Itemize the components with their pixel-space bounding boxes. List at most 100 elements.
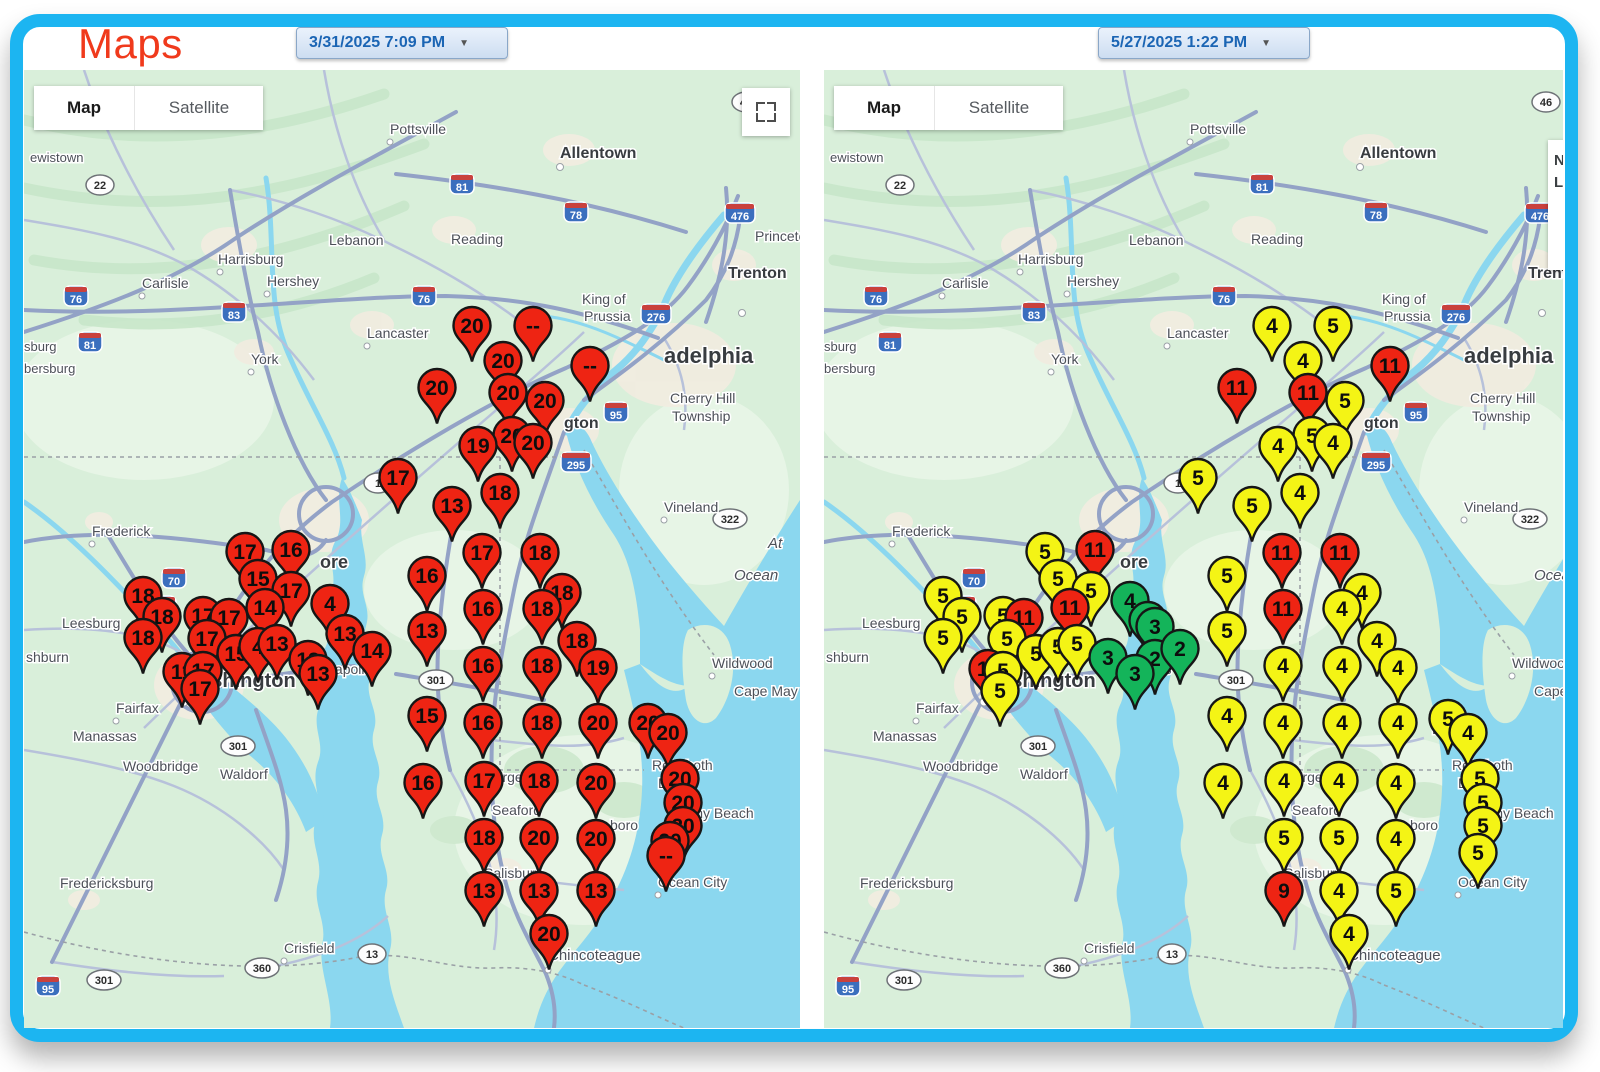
- map-pin[interactable]: 17: [461, 532, 503, 592]
- map-pin[interactable]: 4: [1318, 760, 1360, 820]
- map-place-label: Crisfield: [1084, 940, 1135, 956]
- svg-text:17: 17: [188, 678, 211, 701]
- map-pin[interactable]: 11: [1261, 532, 1303, 592]
- map-pin[interactable]: 20: [575, 762, 617, 822]
- map-place-label: Vineland: [664, 499, 718, 515]
- map-pin[interactable]: 4: [1262, 645, 1304, 705]
- map-pin[interactable]: 16: [406, 555, 448, 615]
- map-pin[interactable]: 13: [297, 653, 339, 713]
- map-place-label: Vineland: [1464, 499, 1518, 515]
- map-pin[interactable]: 17: [179, 668, 221, 728]
- map-pin[interactable]: 13: [406, 610, 448, 670]
- svg-text:19: 19: [466, 435, 489, 458]
- map-pin[interactable]: 5: [1375, 870, 1417, 930]
- svg-text:4: 4: [1266, 315, 1278, 338]
- svg-text:276: 276: [647, 312, 665, 324]
- map-panel-left[interactable]: 2246817847676768381276952957032295130130…: [24, 70, 800, 1028]
- svg-text:20: 20: [527, 827, 550, 850]
- left-date-dropdown[interactable]: 3/31/2025 7:09 PM ▼: [296, 27, 508, 59]
- map-type-map-button[interactable]: Map: [834, 86, 935, 130]
- map-pin[interactable]: 5: [979, 670, 1021, 730]
- map-pin[interactable]: 4: [1279, 472, 1321, 532]
- map-pin[interactable]: 4: [1375, 762, 1417, 822]
- map-pin[interactable]: 5: [1318, 817, 1360, 877]
- us-route-shield: 301: [886, 969, 922, 991]
- map-pin[interactable]: 16: [402, 762, 444, 822]
- map-pin[interactable]: 4: [1321, 645, 1363, 705]
- map-type-satellite-button[interactable]: Satellite: [935, 86, 1063, 130]
- map-pin[interactable]: 20: [416, 367, 458, 427]
- map-pin[interactable]: 5: [1206, 555, 1248, 615]
- svg-text:18: 18: [472, 827, 496, 850]
- map-pin[interactable]: 2: [1159, 628, 1201, 688]
- map-pin[interactable]: 20: [577, 702, 619, 762]
- map-pin[interactable]: 20: [528, 913, 570, 973]
- svg-text:5: 5: [1246, 495, 1258, 518]
- svg-text:83: 83: [228, 310, 240, 322]
- map-pin[interactable]: --: [645, 835, 687, 895]
- map-place-label: adelphia: [664, 343, 754, 368]
- map-pin[interactable]: 4: [1262, 702, 1304, 762]
- map-pin[interactable]: 4: [1202, 762, 1244, 822]
- map-pin[interactable]: 5: [1177, 457, 1219, 517]
- map-pin[interactable]: 9: [1263, 870, 1305, 930]
- map-pin[interactable]: 11: [1216, 367, 1258, 427]
- map-pin[interactable]: 17: [463, 760, 505, 820]
- map-panel-right[interactable]: 2246817847676768381276952957032295130130…: [824, 70, 1563, 1028]
- map-pin[interactable]: 4: [1377, 647, 1419, 707]
- map-pin[interactable]: 4: [1377, 702, 1419, 762]
- map-pin[interactable]: 5: [922, 617, 964, 677]
- us-route-shield: 22: [885, 174, 915, 196]
- map-pin[interactable]: 14: [351, 630, 393, 690]
- svg-text:81: 81: [1256, 182, 1268, 194]
- map-pin[interactable]: 19: [577, 647, 619, 707]
- map-pin[interactable]: 18: [122, 617, 164, 677]
- map-type-satellite-button[interactable]: Satellite: [135, 86, 263, 130]
- map-pin[interactable]: 11: [1262, 588, 1304, 648]
- map-pin[interactable]: 4: [1263, 760, 1305, 820]
- map-pin[interactable]: 16: [462, 588, 504, 648]
- map-place-label: gton: [564, 415, 599, 432]
- svg-text:322: 322: [1521, 514, 1539, 526]
- map-pin[interactable]: --: [569, 345, 611, 405]
- map-pin[interactable]: 18: [479, 472, 521, 532]
- map-place-label: ewistown: [30, 150, 83, 165]
- map-pin[interactable]: 17: [377, 457, 419, 517]
- svg-text:20: 20: [460, 315, 483, 338]
- fullscreen-button[interactable]: [742, 88, 790, 136]
- map-pin[interactable]: 18: [521, 645, 563, 705]
- map-pin[interactable]: 5: [1263, 817, 1305, 877]
- map-pin[interactable]: 18: [463, 817, 505, 877]
- svg-text:295: 295: [1367, 460, 1385, 472]
- map-place-label: Lancaster: [367, 325, 429, 341]
- map-pin[interactable]: 20: [575, 818, 617, 878]
- svg-text:11: 11: [1059, 597, 1082, 620]
- map-pin[interactable]: 20: [518, 817, 560, 877]
- map-pin[interactable]: 16: [462, 702, 504, 762]
- map-pin[interactable]: 11: [1369, 345, 1411, 405]
- map-pin[interactable]: 18: [518, 760, 560, 820]
- map-pin[interactable]: 18: [521, 702, 563, 762]
- map-type-map-button[interactable]: Map: [34, 86, 135, 130]
- map-pin[interactable]: 15: [406, 695, 448, 755]
- us-route-shield: 301: [86, 969, 122, 991]
- map-pin[interactable]: 5: [1206, 610, 1248, 670]
- svg-text:4: 4: [1390, 772, 1402, 795]
- map-pin[interactable]: 4: [1321, 702, 1363, 762]
- svg-text:5: 5: [994, 680, 1006, 703]
- map-pin[interactable]: 16: [462, 645, 504, 705]
- map-pin[interactable]: 4: [1375, 818, 1417, 878]
- map-pin[interactable]: 5: [1457, 832, 1499, 892]
- map-pin[interactable]: 13: [575, 870, 617, 930]
- map-place-label: Cape May: [1534, 683, 1563, 699]
- map-pin[interactable]: 3: [1114, 653, 1156, 713]
- svg-text:76: 76: [870, 294, 882, 306]
- map-pin[interactable]: 4: [1206, 695, 1248, 755]
- svg-text:3: 3: [1102, 647, 1114, 670]
- interstate-shield: 76: [863, 285, 889, 307]
- svg-text:20: 20: [496, 382, 519, 405]
- map-pin[interactable]: 13: [463, 870, 505, 930]
- right-date-dropdown[interactable]: 5/27/2025 1:22 PM ▼: [1098, 27, 1310, 59]
- map-pin[interactable]: 4: [1328, 913, 1370, 973]
- svg-text:4: 4: [1390, 828, 1402, 851]
